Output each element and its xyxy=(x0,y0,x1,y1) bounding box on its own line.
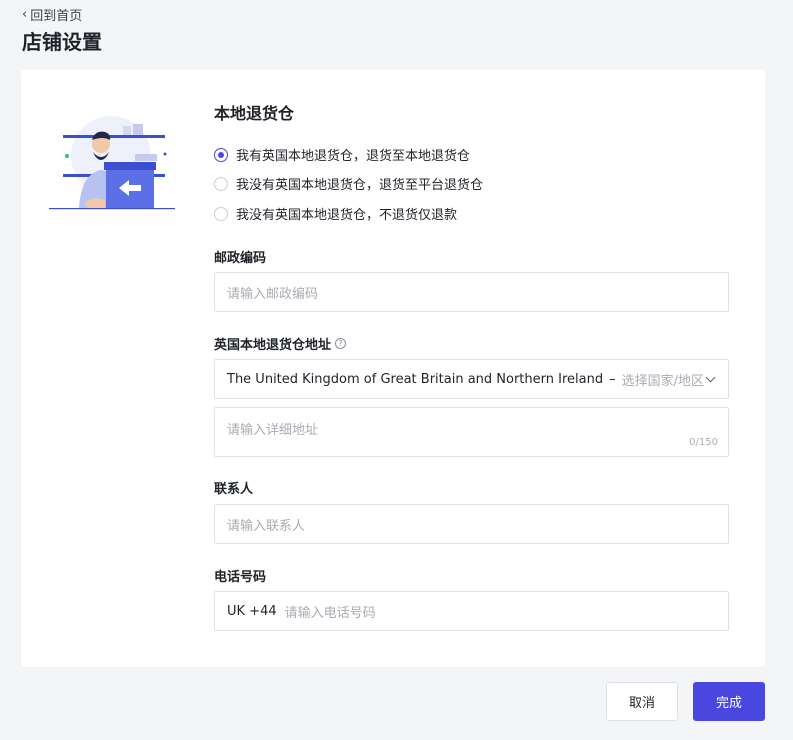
country-region-select[interactable]: The United Kingdom of Great Britain and … xyxy=(214,359,729,399)
detail-address-placeholder: 请输入详细地址 xyxy=(227,423,319,438)
warehouse-illustration-icon xyxy=(49,116,175,210)
back-to-home-link[interactable]: ‹ 回到首页 xyxy=(22,5,82,24)
option-local-warehouse[interactable]: 我有英国本地退货仓，退货至本地退货仓 xyxy=(214,145,470,164)
radio-unchecked-icon[interactable] xyxy=(214,206,228,221)
address-label: 英国本地退货仓地址 ? xyxy=(214,334,347,353)
contact-input[interactable]: 请输入联系人 xyxy=(214,504,729,544)
postal-code-placeholder: 请输入邮政编码 xyxy=(227,286,319,302)
region-placeholder: 选择国家/地区 xyxy=(621,373,704,389)
phone-label: 电话号码 xyxy=(214,570,267,585)
phone-country-prefix[interactable]: UK +44 xyxy=(227,604,277,619)
postal-code-input[interactable]: 请输入邮政编码 xyxy=(214,272,729,312)
phone-placeholder: 请输入电话号码 xyxy=(284,605,376,621)
help-icon[interactable]: ? xyxy=(335,338,347,349)
back-link-label: 回到首页 xyxy=(30,9,83,24)
cancel-button[interactable]: 取消 xyxy=(606,682,678,721)
radio-unchecked-icon[interactable] xyxy=(214,176,228,191)
return-warehouse-section-title: 本地退货仓 xyxy=(214,104,295,123)
contact-label: 联系人 xyxy=(214,482,254,497)
option-refund-only[interactable]: 我没有英国本地退货仓，不退货仅退款 xyxy=(214,204,457,223)
selected-country: The United Kingdom of Great Britain and … xyxy=(227,371,604,387)
detail-address-textarea[interactable]: 请输入详细地址 0/150 xyxy=(214,407,729,457)
settings-card: 本地退货仓 我有英国本地退货仓，退货至本地退货仓 我没有英国本地退货仓，退货至平… xyxy=(21,70,765,667)
contact-placeholder: 请输入联系人 xyxy=(227,518,306,534)
country-region-separator: – xyxy=(609,371,616,387)
done-button[interactable]: 完成 xyxy=(693,682,765,721)
option-label: 我没有英国本地退货仓，不退货仅退款 xyxy=(236,208,458,223)
postal-code-label: 邮政编码 xyxy=(214,251,267,266)
phone-input[interactable]: UK +44 请输入电话号码 xyxy=(214,591,729,631)
option-label: 我有英国本地退货仓，退货至本地退货仓 xyxy=(236,149,471,164)
option-label: 我没有英国本地退货仓，退货至平台退货仓 xyxy=(236,178,484,193)
page-title: 店铺设置 xyxy=(22,30,102,54)
character-counter: 0/150 xyxy=(689,437,718,448)
option-platform-warehouse[interactable]: 我没有英国本地退货仓，退货至平台退货仓 xyxy=(214,174,483,193)
chevron-left-icon: ‹ xyxy=(22,7,28,22)
chevron-down-icon xyxy=(705,372,716,383)
radio-checked-icon[interactable] xyxy=(214,147,228,162)
